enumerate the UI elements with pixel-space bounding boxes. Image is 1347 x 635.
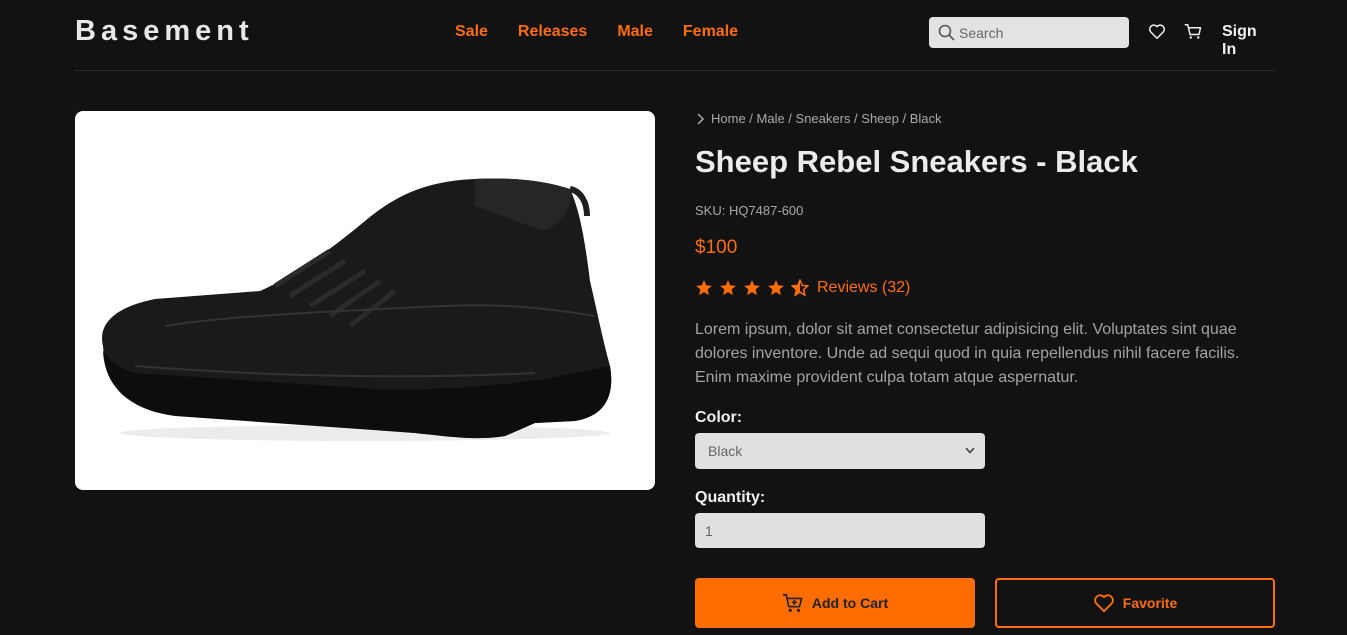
rating-stars: [695, 279, 809, 297]
search-icon: [938, 24, 955, 41]
add-to-cart-label: Add to Cart: [811, 595, 889, 611]
nav-male[interactable]: Male: [617, 23, 653, 41]
quantity-input[interactable]: [695, 513, 985, 548]
color-select-value: Black: [708, 443, 743, 459]
star-icon: [696, 280, 712, 296]
product-price: $100: [695, 237, 738, 258]
quantity-label: Quantity:: [695, 489, 766, 506]
product-sku: SKU: HQ7487-600: [695, 203, 804, 218]
product-rating: Reviews (32): [695, 279, 910, 297]
nav-sale[interactable]: Sale: [455, 23, 488, 41]
logo[interactable]: Basement: [75, 15, 254, 48]
favorite-button[interactable]: Favorite: [995, 578, 1275, 628]
nav-female[interactable]: Female: [683, 23, 738, 41]
color-label: Color:: [695, 409, 743, 426]
site-header: Basement Sale Releases Male Female Sign …: [75, 0, 1275, 71]
product-image: [75, 111, 655, 490]
chevron-down-icon: [965, 447, 975, 454]
add-to-cart-button[interactable]: Add to Cart: [695, 578, 975, 628]
star-half-icon: [791, 279, 809, 297]
favorite-label: Favorite: [1122, 595, 1178, 611]
breadcrumb: Home / Male / Sneakers / Sheep / Black: [695, 111, 942, 126]
main-nav: Sale Releases Male Female: [455, 23, 738, 41]
reviews-link[interactable]: Reviews (32): [817, 279, 910, 297]
nav-releases[interactable]: Releases: [518, 23, 587, 41]
cart-plus-icon: [782, 593, 803, 612]
star-icon: [744, 280, 760, 296]
chevron-right-icon: [697, 112, 705, 125]
search-box: [929, 17, 1129, 48]
color-select[interactable]: Black: [695, 433, 985, 469]
product-title: Sheep Rebel Sneakers - Black: [695, 144, 1138, 179]
breadcrumb-path[interactable]: Home / Male / Sneakers / Sheep / Black: [711, 111, 942, 126]
product-description: Lorem ipsum, dolor sit amet consectetur …: [695, 321, 1240, 386]
star-icon: [768, 280, 784, 296]
cart-icon[interactable]: [1184, 23, 1202, 40]
heart-icon: [1094, 594, 1114, 613]
sign-in-link[interactable]: Sign In: [1222, 23, 1275, 59]
heart-icon[interactable]: [1148, 23, 1166, 40]
star-icon: [720, 280, 736, 296]
search-input[interactable]: [959, 17, 1119, 48]
